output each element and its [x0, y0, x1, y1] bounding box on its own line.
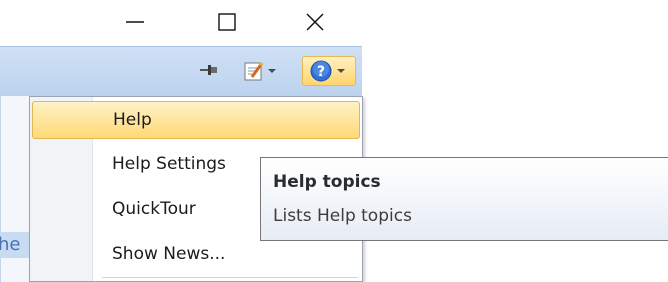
pin-icon [200, 65, 217, 75]
menu-item-label: Help Settings [112, 154, 226, 174]
menu-separator [102, 277, 358, 278]
menu-item-label: Help [113, 110, 152, 130]
edit-options-button[interactable] [244, 59, 278, 83]
tooltip-description: Lists Help topics [273, 206, 412, 226]
minimize-button[interactable] [112, 0, 158, 44]
minimize-icon [126, 21, 144, 23]
svg-text:?: ? [317, 64, 325, 80]
help-icon: ? [310, 60, 332, 82]
pin-button[interactable] [198, 59, 222, 83]
edit-icon [244, 61, 264, 81]
menu-item-label: Show News... [112, 244, 226, 264]
help-tooltip: Help topics Lists Help topics [260, 157, 668, 241]
close-icon [306, 13, 324, 31]
tooltip-title: Help topics [273, 172, 381, 192]
background-partial-text: he [0, 234, 21, 255]
menu-item-help[interactable]: Help [32, 101, 360, 139]
help-menu-button[interactable]: ? [302, 56, 356, 86]
maximize-icon [218, 13, 236, 31]
close-button[interactable] [292, 0, 338, 44]
chevron-down-icon [268, 69, 276, 73]
toolbar: ? [0, 46, 362, 97]
chevron-down-icon [337, 69, 345, 73]
maximize-button[interactable] [204, 0, 250, 44]
menu-item-label: QuickTour [112, 199, 196, 219]
